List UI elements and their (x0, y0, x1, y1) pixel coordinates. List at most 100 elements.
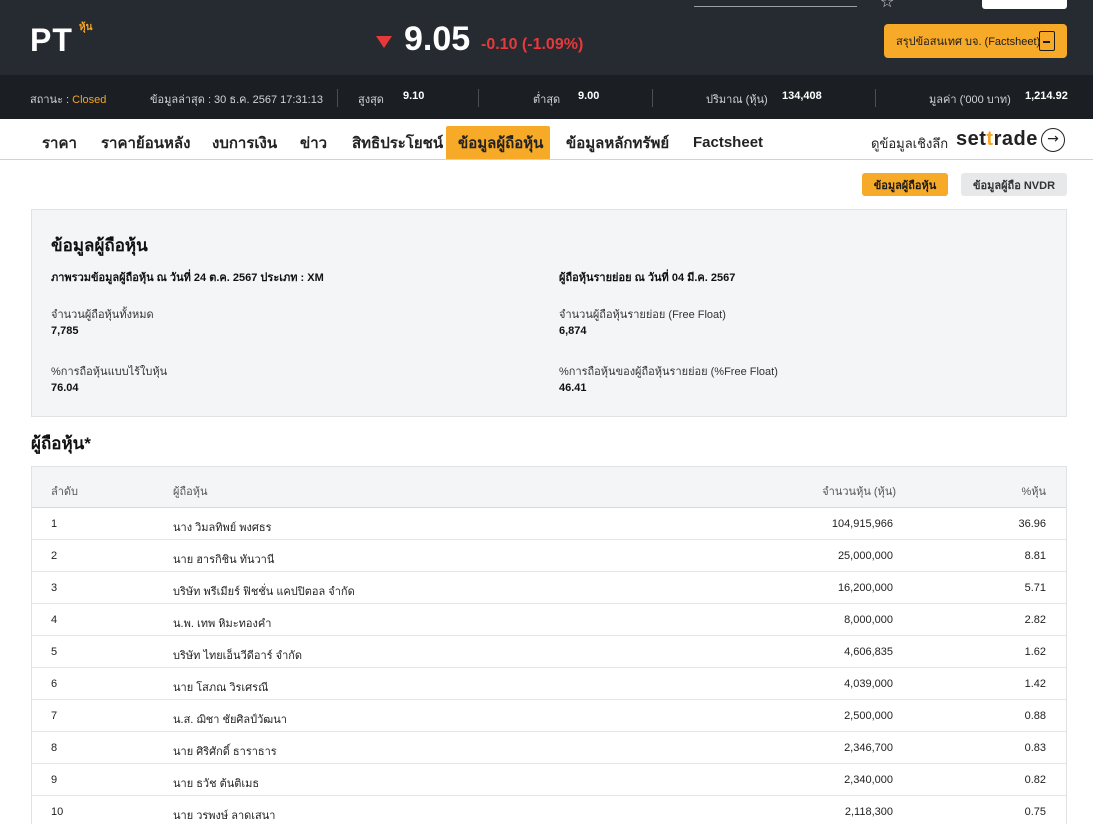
cell-rank: 7 (51, 710, 58, 722)
settrade-logo[interactable]: settrade (956, 128, 1038, 151)
total-holders-label: จำนวนผู้ถือหุ้นทั้งหมด (51, 309, 154, 321)
major-shareholders-title: ผู้ถือหุ้น* (31, 434, 91, 453)
table-row: 7 น.ส. ฌิชา ชัยศิลป์วัฒนา 2,500,000 0.88 (32, 700, 1066, 732)
tab-shareholders[interactable]: ข้อมูลผู้ถือหุ้น (446, 126, 550, 159)
cell-pct: 0.88 (1024, 710, 1046, 722)
cell-pct: 1.42 (1024, 678, 1046, 690)
cell-rank: 6 (51, 678, 58, 690)
cell-shares: 104,915,966 (831, 518, 893, 530)
market-status: สถานะ : Closed (30, 94, 107, 106)
main-tabs: ราคา ราคาย้อนหลัง งบการเงิน ข่าว สิทธิปร… (0, 120, 1093, 160)
freefloat-heading: ผู้ถือหุ้นรายย่อย ณ วันที่ 04 มี.ค. 2567 (559, 272, 736, 284)
stock-type-tag: หุ้น (79, 22, 93, 33)
stock-symbol: PT (30, 22, 73, 58)
col-name: ผู้ถือหุ้น (173, 486, 208, 498)
stock-header: ☆ PT หุ้น 9.05 -0.10 (-1.09%) สรุปข้อสนเ… (0, 0, 1093, 75)
tab-security-info[interactable]: ข้อมูลหลักทรัพย์ (554, 126, 681, 159)
deep-insight-link[interactable]: ดูข้อมูลเชิงลึก (871, 133, 948, 154)
cell-pct: 36.96 (1018, 518, 1046, 530)
high-price-label: สูงสุด (358, 94, 384, 106)
table-row: 10 นาย วรพงษ์ ลาดเสนา 2,118,300 0.75 (32, 796, 1066, 824)
table-row: 2 นาย ฮารกิชิน ทันวานี 25,000,000 8.81 (32, 540, 1066, 572)
cell-pct: 0.82 (1024, 774, 1046, 786)
cell-holder-name: นาย โสภณ วิรเศรณี (173, 682, 269, 694)
value-value: 1,214.92 (1025, 90, 1068, 102)
scripless-label: %การถือหุ้นแบบไร้ใบหุ้น (51, 366, 168, 378)
table-header: ลำดับ ผู้ถือหุ้น จำนวนหุ้น (หุ้น) %หุ้น (32, 467, 1066, 508)
table-row: 8 นาย ศิริศักดิ์ ธาราธาร 2,346,700 0.83 (32, 732, 1066, 764)
table-row: 4 น.พ. เทพ หิมะทองคำ 8,000,000 2.82 (32, 604, 1066, 636)
volume-value: 134,408 (782, 90, 822, 102)
factsheet-button[interactable]: สรุปข้อสนเทศ บจ. (Factsheet) (884, 24, 1067, 58)
cell-holder-name: นาง วิมลทิพย์ พงศธร (173, 522, 272, 534)
divider (652, 89, 653, 107)
arrow-right-circle-icon[interactable]: → (1041, 128, 1065, 152)
cell-shares: 2,346,700 (844, 742, 893, 754)
table-row: 6 นาย โสภณ วิรเศรณี 4,039,000 1.42 (32, 668, 1066, 700)
cell-shares: 2,118,300 (844, 806, 893, 818)
cell-rank: 9 (51, 774, 58, 786)
tab-news[interactable]: ข่าว (288, 126, 339, 159)
table-row: 3 บริษัท พรีเมียร์ ฟิชชั่น แคปปิตอล จำกัด… (32, 572, 1066, 604)
cell-shares: 2,500,000 (844, 710, 893, 722)
document-icon (1039, 31, 1055, 51)
cell-rank: 8 (51, 742, 58, 754)
cell-rank: 4 (51, 614, 58, 626)
cell-rank: 3 (51, 582, 58, 594)
shareholder-toggle-button[interactable]: ข้อมูลผู้ถือหุ้น (862, 173, 948, 196)
cell-shares: 8,000,000 (844, 614, 893, 626)
cell-shares: 2,340,000 (844, 774, 893, 786)
cell-shares: 4,039,000 (844, 678, 893, 690)
cell-rank: 10 (51, 806, 64, 818)
cell-holder-name: บริษัท ไทยเอ็นวีดีอาร์ จำกัด (173, 650, 303, 662)
cell-shares: 4,606,835 (844, 646, 893, 658)
col-shares: จำนวนหุ้น (หุ้น) (822, 486, 896, 498)
status-value: Closed (72, 94, 107, 106)
cell-holder-name: น.ส. ฌิชา ชัยศิลป์วัฒนา (173, 714, 287, 726)
table-row: 9 นาย ธวัช ต้นติเมธ 2,340,000 0.82 (32, 764, 1066, 796)
cell-pct: 8.81 (1024, 550, 1046, 562)
cell-shares: 25,000,000 (837, 550, 893, 562)
cell-rank: 5 (51, 646, 58, 658)
search-input[interactable] (694, 0, 857, 7)
cell-shares: 16,200,000 (837, 582, 893, 594)
cell-pct: 1.62 (1024, 646, 1046, 658)
nvdr-toggle-button[interactable]: ข้อมูลผู้ถือ NVDR (961, 173, 1067, 196)
tab-historical[interactable]: ราคาย้อนหลัง (89, 126, 202, 159)
freefloat-pct-label: %การถือหุ้นของผู้ถือหุ้นรายย่อย (%Free F… (559, 366, 778, 378)
shareholder-summary-panel: ข้อมูลผู้ถือหุ้น ภาพรวมข้อมูลผู้ถือหุ้น … (31, 209, 1067, 417)
price-change: -0.10 (-1.09%) (481, 36, 584, 53)
factsheet-button-label: สรุปข้อสนเทศ บจ. (Factsheet) (896, 36, 1041, 48)
tab-financials[interactable]: งบการเงิน (200, 126, 289, 159)
cell-rank: 1 (51, 518, 58, 530)
summary-title: ข้อมูลผู้ถือหุ้น (51, 236, 148, 255)
volume-label: ปริมาณ (หุ้น) (706, 94, 768, 106)
value-label: มูลค่า ('000 บาท) (929, 94, 1011, 106)
freefloat-holders-value: 6,874 (559, 325, 587, 337)
low-price-value: 9.00 (578, 90, 600, 102)
overview-heading: ภาพรวมข้อมูลผู้ถือหุ้น ณ วันที่ 24 ต.ค. … (51, 272, 324, 284)
col-pct: %หุ้น (1021, 486, 1046, 498)
cell-holder-name: นาย ธวัช ต้นติเมธ (173, 778, 260, 790)
stats-bar: สถานะ : Closed ข้อมูลล่าสุด : 30 ธ.ค. 25… (0, 75, 1093, 119)
divider (337, 89, 338, 107)
tab-rights[interactable]: สิทธิประโยชน์ (340, 126, 455, 159)
cell-holder-name: นาย ฮารกิชิน ทันวานี (173, 554, 275, 566)
cell-holder-name: น.พ. เทพ หิมะทองคำ (173, 618, 272, 630)
header-action-box[interactable] (982, 0, 1067, 9)
divider (478, 89, 479, 107)
cell-holder-name: นาย ศิริศักดิ์ ธาราธาร (173, 746, 277, 758)
cell-holder-name: นาย วรพงษ์ ลาดเสนา (173, 810, 276, 822)
last-updated: ข้อมูลล่าสุด : 30 ธ.ค. 2567 17:31:13 (150, 94, 323, 106)
cell-pct: 0.83 (1024, 742, 1046, 754)
cell-rank: 2 (51, 550, 58, 562)
tab-factsheet[interactable]: Factsheet (681, 126, 775, 159)
table-row: 5 บริษัท ไทยเอ็นวีดีอาร์ จำกัด 4,606,835 1.… (32, 636, 1066, 668)
freefloat-holders-label: จำนวนผู้ถือหุ้นรายย่อย (Free Float) (559, 309, 726, 321)
major-shareholders-table: ลำดับ ผู้ถือหุ้น จำนวนหุ้น (หุ้น) %หุ้น … (31, 466, 1067, 824)
tab-price[interactable]: ราคา (30, 126, 89, 159)
total-holders-value: 7,785 (51, 325, 79, 337)
star-icon[interactable]: ☆ (880, 0, 894, 11)
cell-pct: 2.82 (1024, 614, 1046, 626)
freefloat-pct-value: 46.41 (559, 382, 587, 394)
